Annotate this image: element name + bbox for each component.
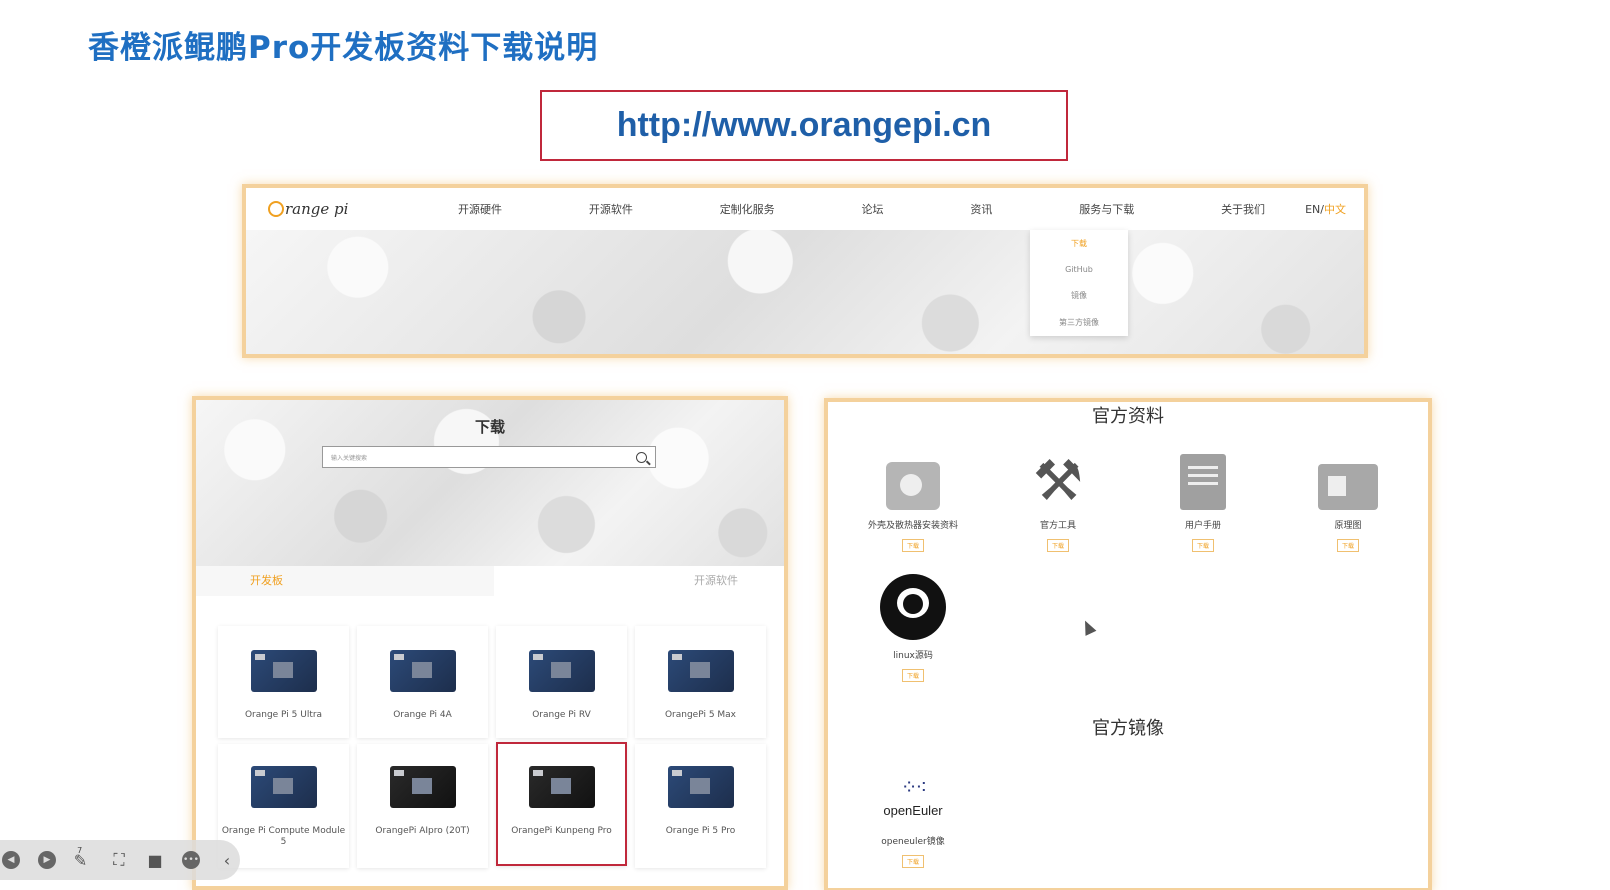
tab-dev-boards[interactable]: 开发板 <box>196 566 494 596</box>
presentation-toolbar: ◀ ▶ ✎ 7 ⛶ ■ ••• ‹ <box>0 840 240 880</box>
board-name: Orange Pi RV <box>532 710 591 720</box>
board-name: OrangePi 5 Max <box>664 710 737 720</box>
resource-item-linux-source: linux源码 下载 <box>838 568 988 682</box>
download-button[interactable]: 下载 <box>901 669 924 682</box>
download-button[interactable]: 下载 <box>901 539 924 552</box>
resource-item-schematic: 原理图 下载 <box>1273 438 1423 552</box>
slide-title: 香橙派鲲鹏Pro开发板资料下载说明 <box>88 30 599 66</box>
service-dropdown: 下载 GitHub 镜像 第三方镜像 <box>1030 230 1128 336</box>
board-name: Orange Pi 5 Pro <box>665 826 736 836</box>
board-name: OrangePi Kunpeng Pro <box>511 826 612 836</box>
download-title: 下载 <box>474 418 505 436</box>
hero-banner <box>246 230 1364 354</box>
official-resources-screenshot: 官方资料 外壳及散热器安装资料 下载 ⚒ 官方工具 下载 用户手册 下载 原理图… <box>824 398 1432 890</box>
site-nav-bar: range pi 开源硬件 开源软件 定制化服务 论坛 资讯 服务与下载 关于我… <box>246 188 1364 230</box>
official-docs-title: 官方资料 <box>1092 406 1164 427</box>
board-card-orangepi-kunpeng-pro[interactable]: OrangePi Kunpeng Pro <box>496 742 627 866</box>
nav-item-about[interactable]: 关于我们 <box>1221 201 1265 217</box>
board-card-orangepi-4a[interactable]: Orange Pi 4A <box>357 626 488 738</box>
url-text: http://www.orangepi.cn <box>616 106 992 144</box>
openeuler-logo-text: openEuler <box>883 803 943 818</box>
board-grid: Orange Pi 5 Ultra Orange Pi 4A Orange Pi… <box>218 626 766 868</box>
nav-item-news[interactable]: 资讯 <box>970 201 992 217</box>
resource-label: linux源码 <box>893 651 933 661</box>
openeuler-logo-icon: ⁘⁖ openEuler <box>883 775 943 818</box>
board-card-orangepi-5-ultra[interactable]: Orange Pi 5 Ultra <box>218 626 349 738</box>
board-card-orangepi-5-max[interactable]: OrangePi 5 Max <box>635 626 766 738</box>
search-placeholder: 输入关键搜索 <box>331 454 368 462</box>
previous-icon[interactable]: ◀ <box>0 849 22 871</box>
search-input[interactable]: 输入关键搜索 <box>322 446 656 468</box>
logo-text: range pi <box>285 200 349 218</box>
orange-logo-icon <box>268 201 284 217</box>
pen-badge: 7 <box>77 845 83 855</box>
dropdown-item-download[interactable]: 下载 <box>1030 230 1128 257</box>
resource-item-user-manual: 用户手册 下载 <box>1128 438 1278 552</box>
download-page-screenshot: 下载 输入关键搜索 开发板 开源软件 Orange Pi 5 Ultra Ora… <box>192 396 788 890</box>
resource-label: 用户手册 <box>1184 521 1221 531</box>
language-switch[interactable]: EN/中文 <box>1305 201 1346 217</box>
dropdown-item-mirror[interactable]: 镜像 <box>1030 282 1128 309</box>
website-nav-screenshot: range pi 开源硬件 开源软件 定制化服务 论坛 资讯 服务与下载 关于我… <box>242 184 1368 358</box>
tools-icon: ⚒ <box>1032 449 1084 514</box>
board-name: Orange Pi Compute Module 5 <box>221 826 346 847</box>
collapse-icon[interactable]: ‹ <box>216 849 238 871</box>
search-icon[interactable] <box>636 451 647 463</box>
resource-item-case-heatsink: 外壳及散热器安装资料 下载 <box>838 438 988 552</box>
nav-item-forum[interactable]: 论坛 <box>862 201 884 217</box>
board-name: Orange Pi 4A <box>393 710 452 720</box>
download-button[interactable]: 下载 <box>1191 539 1214 552</box>
board-image <box>389 766 456 808</box>
more-icon[interactable]: ••• <box>180 849 202 871</box>
board-image <box>389 650 456 692</box>
github-icon <box>880 574 946 640</box>
board-image <box>528 766 595 808</box>
board-image <box>667 766 734 808</box>
download-button[interactable]: 下载 <box>1046 539 1069 552</box>
board-card-orangepi-5-pro[interactable]: Orange Pi 5 Pro <box>635 744 766 868</box>
download-button[interactable]: 下载 <box>901 855 924 868</box>
board-image <box>667 650 734 692</box>
resource-label: 外壳及散热器安装资料 <box>867 521 958 531</box>
url-box: http://www.orangepi.cn <box>540 90 1068 161</box>
nav-item-hardware[interactable]: 开源硬件 <box>458 201 502 217</box>
nav-item-software[interactable]: 开源软件 <box>589 201 633 217</box>
board-name: Orange Pi 5 Ultra <box>244 710 323 720</box>
board-card-orangepi-aipro[interactable]: OrangePi AIpro (20T) <box>357 744 488 868</box>
official-mirror-title: 官方镜像 <box>1092 718 1164 739</box>
lang-cn: 中文 <box>1324 203 1346 216</box>
tab-open-software[interactable]: 开源软件 <box>494 566 784 596</box>
board-image <box>528 650 595 692</box>
download-hero: 下载 输入关键搜索 <box>196 400 784 566</box>
download-tabs: 开发板 开源软件 <box>196 566 784 596</box>
nav-item-custom[interactable]: 定制化服务 <box>720 201 775 217</box>
mirror-label: openeuler镜像 <box>881 837 945 847</box>
board-card-orangepi-rv[interactable]: Orange Pi RV <box>496 626 627 738</box>
kit-icon <box>886 462 940 510</box>
lang-en: EN/ <box>1305 203 1324 216</box>
resource-label: 原理图 <box>1334 521 1362 531</box>
screenshot-icon[interactable]: ⛶ <box>108 849 130 871</box>
schematic-icon <box>1318 464 1378 510</box>
board-name: OrangePi AIpro (20T) <box>375 826 470 836</box>
camera-icon[interactable]: ■ <box>144 849 166 871</box>
next-icon[interactable]: ▶ <box>36 849 58 871</box>
dropdown-item-third-party-mirror[interactable]: 第三方镜像 <box>1030 309 1128 336</box>
pen-icon[interactable]: ✎ 7 <box>72 845 94 871</box>
mirror-item-openeuler: ⁘⁖ openEuler openeuler镜像 下载 <box>838 746 988 868</box>
resource-item-official-tools: ⚒ 官方工具 下载 <box>983 438 1133 552</box>
board-image <box>250 650 317 692</box>
nav-menu: 开源硬件 开源软件 定制化服务 论坛 资讯 服务与下载 关于我们 <box>458 201 1265 217</box>
board-image <box>250 766 317 808</box>
resource-label: 官方工具 <box>1039 521 1076 531</box>
dropdown-item-github[interactable]: GitHub <box>1030 257 1128 282</box>
orangepi-logo[interactable]: range pi <box>268 200 458 218</box>
download-button[interactable]: 下载 <box>1336 539 1359 552</box>
nav-item-service-download[interactable]: 服务与下载 <box>1079 201 1134 217</box>
manual-icon <box>1180 454 1226 510</box>
